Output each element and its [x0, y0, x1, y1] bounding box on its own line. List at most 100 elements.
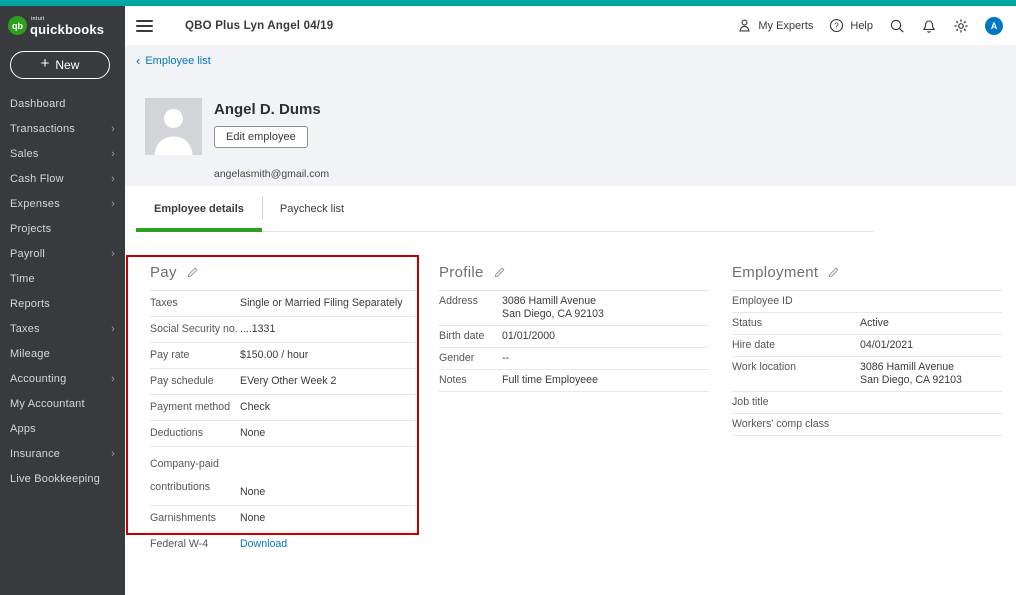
sidebar-item-apps[interactable]: Apps	[0, 417, 125, 442]
field-label: Company-paid contributions	[150, 453, 240, 499]
employee-details-content: PayTaxesSingle or Married Filing Separat…	[125, 232, 1016, 557]
field-row-pay-schedule: Pay scheduleEVery Other Week 2	[150, 369, 416, 395]
field-label: Gender	[439, 352, 502, 365]
notifications-button[interactable]	[921, 18, 937, 34]
field-row-employee-id: Employee ID	[732, 291, 1002, 313]
pencil-icon	[493, 266, 506, 279]
app-header: QBO Plus Lyn Angel 04/19 My Experts ? He…	[125, 6, 1016, 45]
field-value: None	[240, 512, 265, 525]
field-row-status: StatusActive	[732, 313, 1002, 335]
field-row-birth-date: Birth date01/01/2000	[439, 326, 709, 348]
sidebar-item-projects[interactable]: Projects	[0, 217, 125, 242]
sidebar-item-cash-flow[interactable]: Cash Flow›	[0, 167, 125, 192]
edit-pay-button[interactable]	[186, 266, 199, 279]
field-value: 01/01/2000	[502, 330, 555, 343]
sidebar-item-mileage[interactable]: Mileage	[0, 342, 125, 367]
sidebar-item-time[interactable]: Time	[0, 267, 125, 292]
person-icon	[737, 18, 752, 33]
field-value: Active	[860, 317, 889, 330]
field-row-payment-method: Payment methodCheck	[150, 395, 416, 421]
profile-section: ProfileAddress3086 Hamill Avenue San Die…	[439, 264, 709, 557]
field-label: Employee ID	[732, 295, 860, 308]
sidebar: qb intuit quickbooks + New DashboardTran…	[0, 6, 125, 595]
sidebar-item-dashboard[interactable]: Dashboard	[0, 92, 125, 117]
field-value: None	[240, 486, 265, 499]
sidebar-item-label: Expenses	[10, 198, 111, 210]
new-button-label: New	[55, 58, 79, 72]
field-label: Notes	[439, 374, 502, 387]
field-row-deductions: DeductionsNone	[150, 421, 416, 447]
sidebar-item-reports[interactable]: Reports	[0, 292, 125, 317]
tab-label: Employee details	[154, 203, 244, 215]
question-circle-icon: ?	[829, 18, 844, 33]
field-label: Social Security no.	[150, 323, 240, 336]
field-row-workers-comp-class: Workers' comp class	[732, 414, 1002, 436]
field-label: Hire date	[732, 339, 860, 352]
field-value: Full time Employeee	[502, 374, 598, 387]
section-header: Pay	[150, 264, 416, 291]
field-label: Pay rate	[150, 349, 240, 362]
field-row-federal-w-4: Federal W-4Download	[150, 532, 416, 557]
edit-profile-button[interactable]	[493, 266, 506, 279]
person-silhouette-icon	[145, 98, 202, 155]
field-value: $150.00 / hour	[240, 349, 308, 362]
field-row-garnishments: GarnishmentsNone	[150, 506, 416, 532]
edit-employee-button[interactable]: Edit employee	[214, 126, 308, 148]
field-value: 3086 Hamill Avenue San Diego, CA 92103	[860, 361, 962, 387]
sidebar-item-payroll[interactable]: Payroll›	[0, 242, 125, 267]
section-header: Employment	[732, 264, 1002, 291]
field-row-hire-date: Hire date04/01/2021	[732, 335, 1002, 357]
field-value: 04/01/2021	[860, 339, 913, 352]
tab-employee-details[interactable]: Employee details	[136, 186, 262, 232]
section-title: Employment	[732, 264, 818, 281]
sidebar-item-insurance[interactable]: Insurance›	[0, 442, 125, 467]
sidebar-item-label: Apps	[10, 423, 115, 435]
search-button[interactable]	[889, 18, 905, 34]
field-label: Work location	[732, 361, 860, 374]
chevron-right-icon: ›	[111, 199, 115, 210]
sidebar-item-transactions[interactable]: Transactions›	[0, 117, 125, 142]
field-label: Birth date	[439, 330, 502, 343]
user-avatar[interactable]: A	[985, 17, 1003, 35]
field-value: ....1331	[240, 323, 275, 336]
header-actions: My Experts ? Help	[737, 17, 1003, 35]
sidebar-item-my-accountant[interactable]: My Accountant	[0, 392, 125, 417]
chevron-right-icon: ›	[111, 374, 115, 385]
sidebar-item-label: Accounting	[10, 373, 111, 385]
field-value: None	[240, 427, 265, 440]
field-label: Address	[439, 295, 502, 308]
sidebar-item-taxes[interactable]: Taxes›	[0, 317, 125, 342]
field-label: Status	[732, 317, 860, 330]
tab-paycheck-list[interactable]: Paycheck list	[262, 186, 362, 232]
section-title: Pay	[150, 264, 177, 281]
pencil-icon	[186, 266, 199, 279]
sidebar-item-expenses[interactable]: Expenses›	[0, 192, 125, 217]
sidebar-item-live-bookkeeping[interactable]: Live Bookkeeping	[0, 467, 125, 492]
field-row-address: Address3086 Hamill Avenue San Diego, CA …	[439, 291, 709, 326]
quickbooks-wordmark: quickbooks	[30, 23, 104, 36]
sidebar-item-label: Dashboard	[10, 98, 115, 110]
field-label: Taxes	[150, 297, 240, 310]
breadcrumb-employee-list[interactable]: ‹ Employee list	[136, 55, 211, 67]
sidebar-item-sales[interactable]: Sales›	[0, 142, 125, 167]
menu-icon[interactable]	[136, 20, 153, 32]
quickbooks-logo-icon: qb	[8, 16, 27, 35]
help-button[interactable]: ? Help	[829, 18, 873, 33]
field-row-company-paid-contributions: Company-paid contributionsNone	[150, 447, 416, 506]
main-area: QBO Plus Lyn Angel 04/19 My Experts ? He…	[125, 6, 1016, 595]
field-row-work-location: Work location3086 Hamill Avenue San Dieg…	[732, 357, 1002, 392]
field-row-pay-rate: Pay rate$150.00 / hour	[150, 343, 416, 369]
bell-icon	[921, 18, 937, 34]
chevron-right-icon: ›	[111, 249, 115, 260]
download-link[interactable]: Download	[240, 538, 287, 551]
new-button[interactable]: + New	[10, 51, 110, 79]
my-experts-button[interactable]: My Experts	[737, 18, 813, 33]
field-label: Pay schedule	[150, 375, 240, 388]
edit-employment-button[interactable]	[827, 266, 840, 279]
chevron-right-icon: ›	[111, 449, 115, 460]
gear-icon	[953, 18, 969, 34]
sidebar-item-accounting[interactable]: Accounting›	[0, 367, 125, 392]
sidebar-item-label: Live Bookkeeping	[10, 473, 115, 485]
sidebar-item-label: Sales	[10, 148, 111, 160]
settings-button[interactable]	[953, 18, 969, 34]
